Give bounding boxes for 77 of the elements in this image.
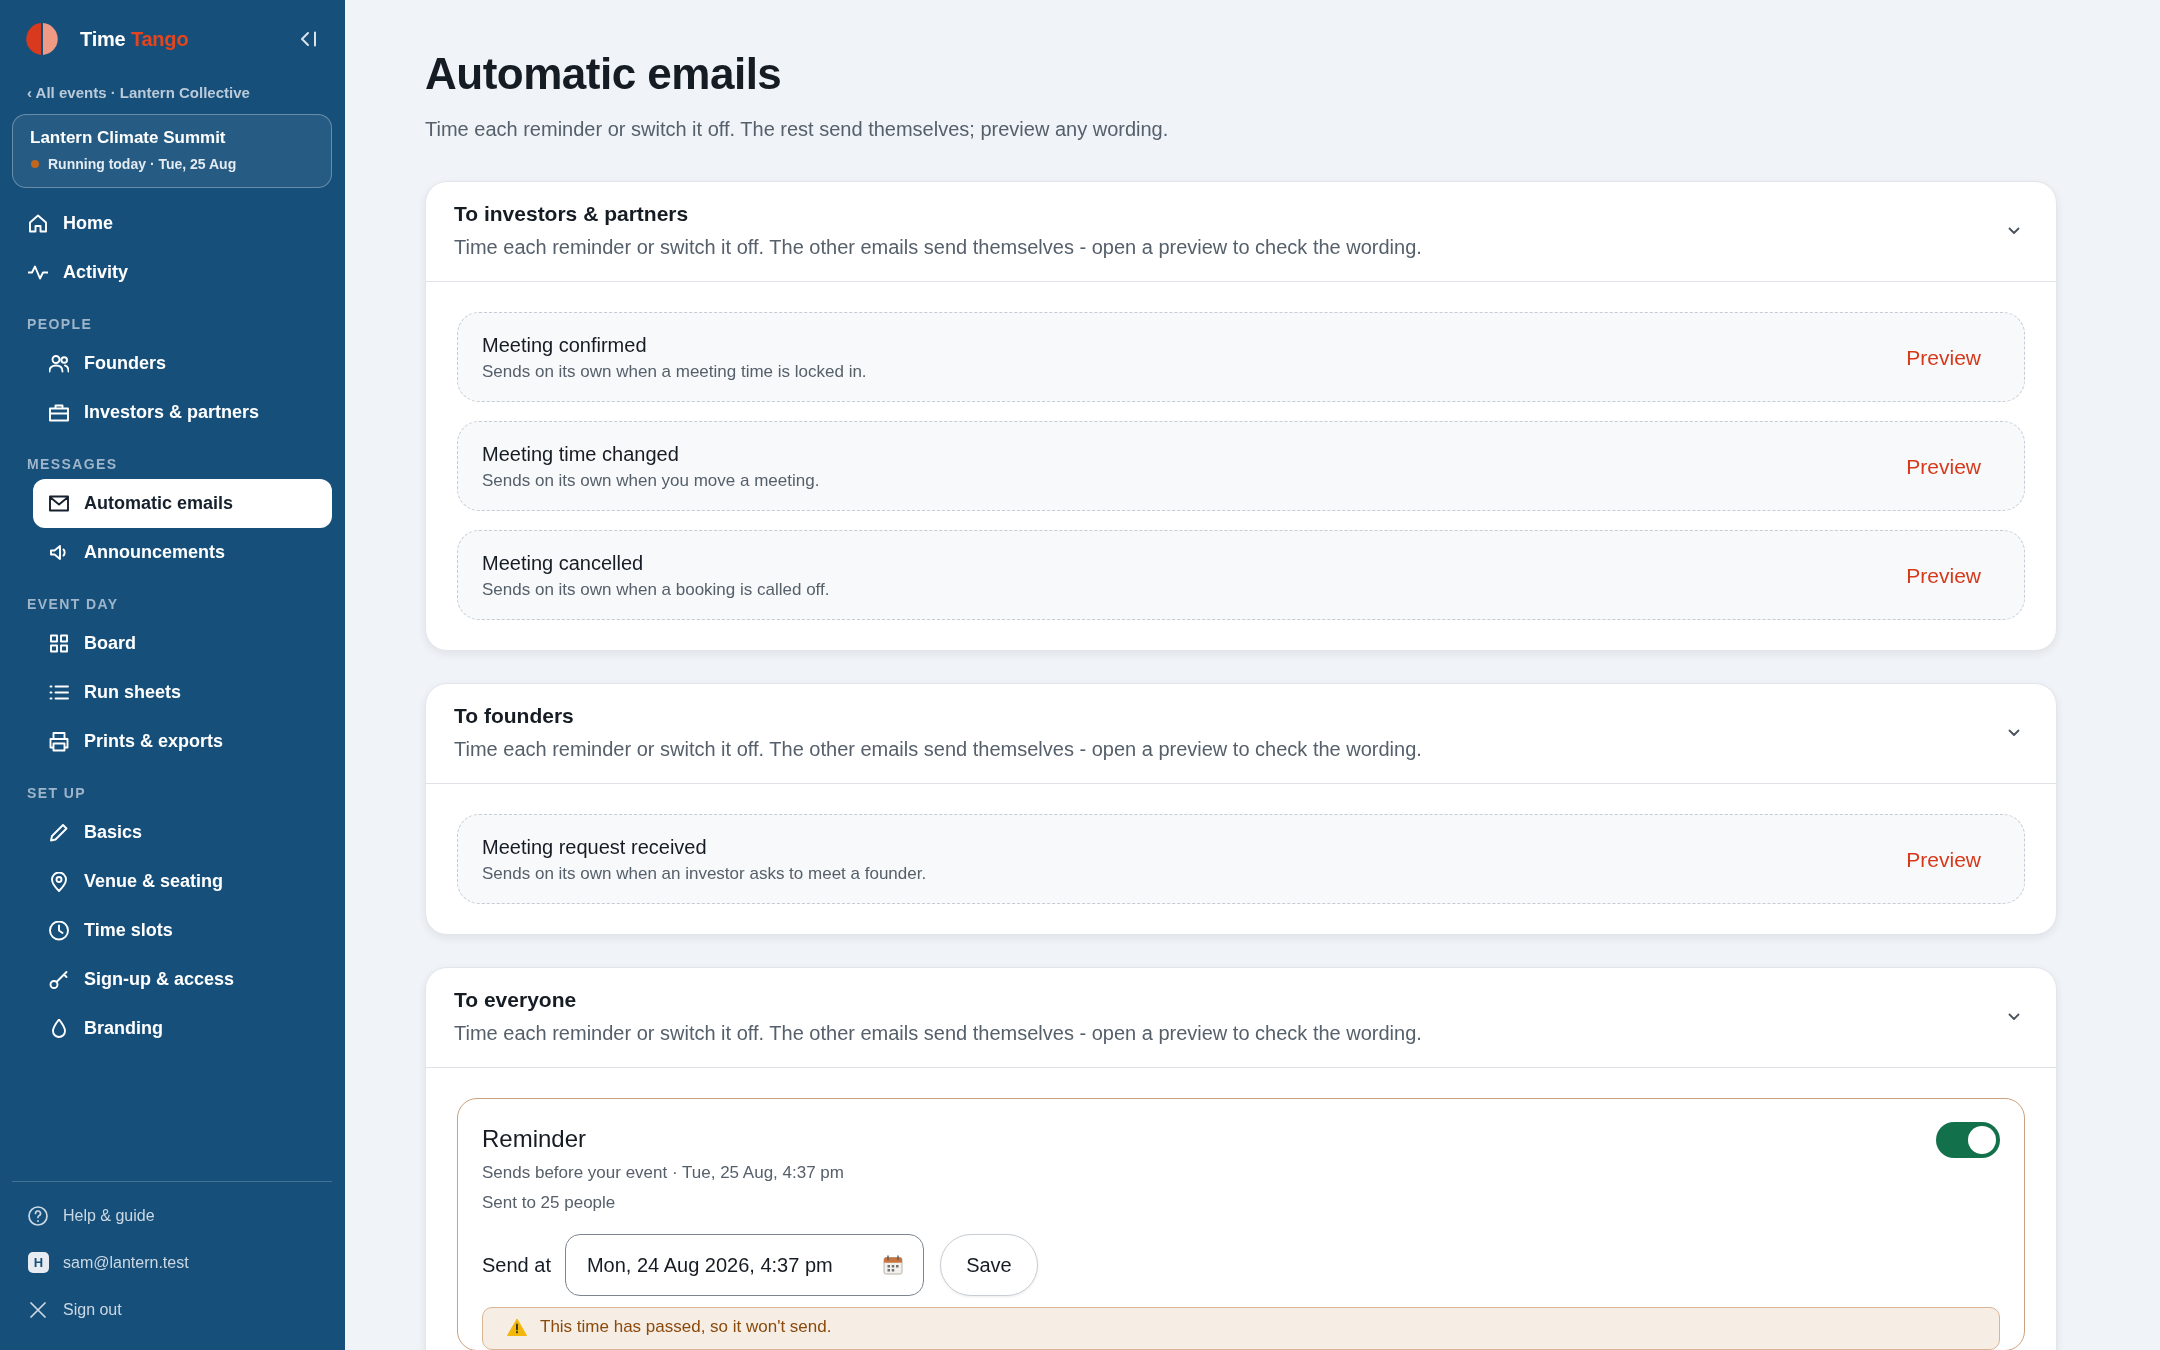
help-icon (28, 1205, 48, 1226)
field-label: Send at (482, 1253, 551, 1277)
email-description: Sends on its own when a meeting time is locked in. (482, 361, 868, 383)
nav-section-heading: EVENT DAY (26, 595, 119, 614)
logo-icon (26, 23, 58, 55)
preview-link[interactable]: Preview (1906, 563, 1981, 588)
nav-item[interactable]: Announcements (33, 528, 332, 577)
email-description: Sends on its own when a booking is called off. (482, 579, 831, 601)
nav-item[interactable]: Prints & exports (33, 717, 332, 766)
group-title: To investors & partners (454, 201, 690, 227)
group-title: To everyone (454, 987, 578, 1013)
close-icon (28, 1299, 48, 1320)
chevron-icon[interactable] (2008, 729, 2020, 737)
pencil-icon (49, 822, 69, 843)
date-field[interactable]: Mon, 24 Aug 2026, 4:37 pm (564, 1234, 924, 1296)
key-icon (49, 969, 69, 990)
chevron-icon[interactable] (2008, 227, 2020, 235)
warning-text: This time has passed, so it won't send. (540, 1317, 832, 1337)
avatar-initial: H (28, 1252, 49, 1273)
nav-item[interactable]: Basics (33, 808, 332, 857)
nav-item[interactable]: Investors & partners (33, 388, 332, 437)
grid-icon (49, 633, 69, 654)
nav-item[interactable]: Automatic emails (33, 479, 332, 528)
collapse-sidebar-icon[interactable] (300, 31, 318, 47)
status-dot-icon (31, 160, 39, 168)
email-title: Meeting cancelled (482, 551, 645, 576)
group-description: Time each reminder or switch it off. The other emails send themselves - open a preview to check the wording. (454, 1021, 1423, 1046)
email-title: Meeting time changed (482, 442, 680, 467)
nav-item[interactable]: Founders (33, 339, 332, 388)
megaphone-icon (49, 542, 69, 563)
footer-link[interactable]: H sam@lantern.test (12, 1239, 332, 1286)
event-card[interactable]: Lantern Climate Summit Running today · Tue, 25 Aug (12, 114, 332, 188)
email-title: Meeting confirmed (482, 333, 648, 358)
page-title: Automatic emails (425, 48, 783, 100)
preview-link[interactable]: Preview (1906, 345, 1981, 370)
nav-item[interactable]: Sign-up & access (33, 955, 332, 1004)
group-description: Time each reminder or switch it off. The other emails send themselves - open a preview to check the wording. (454, 235, 1423, 260)
email-description: Sends on its own when you move a meeting. (482, 470, 821, 492)
printer-icon (49, 731, 69, 752)
page-subtitle: Time each reminder or switch it off. The rest send themselves; preview any wording. (425, 117, 1170, 142)
email-title: Reminder (482, 1124, 588, 1154)
nav-section-heading: MESSAGES (26, 455, 118, 474)
brand-name: Time Tango (80, 27, 189, 51)
nav-item[interactable]: Branding (33, 1004, 332, 1053)
event-name: Lantern Climate Summit (30, 127, 227, 149)
nav-item[interactable]: Run sheets (33, 668, 332, 717)
nav-item[interactable]: Activity (12, 248, 332, 297)
home-icon (28, 213, 48, 234)
email-title: Meeting request received (482, 835, 708, 860)
nav-section-heading: PEOPLE (26, 315, 93, 334)
clock-icon (49, 920, 69, 941)
audience-text: Sent to 25 people (482, 1192, 617, 1214)
nav-section-heading: SET UP (26, 784, 86, 803)
map-pin-icon (49, 871, 69, 892)
nav-item[interactable]: Time slots (33, 906, 332, 955)
group-title: To founders (454, 703, 575, 729)
calendar-icon (882, 1255, 903, 1275)
preview-link[interactable]: Preview (1906, 454, 1981, 479)
group-description: Time each reminder or switch it off. The other emails send themselves - open a preview to check the wording. (454, 737, 1423, 762)
email-description: Sends before your event · Tue, 25 Aug, 4:37 pm (482, 1162, 845, 1184)
warning-icon (507, 1318, 527, 1336)
preview-link[interactable]: Preview (1906, 847, 1981, 872)
people-icon (49, 353, 69, 374)
nav-item[interactable]: Board (33, 619, 332, 668)
event-status: Running today · Tue, 25 Aug (48, 155, 237, 173)
nav-item[interactable]: Venue & seating (33, 857, 332, 906)
envelope-icon (49, 493, 69, 514)
chevron-icon[interactable] (2008, 1013, 2020, 1021)
droplet-icon (49, 1018, 69, 1039)
toggle-switch[interactable] (1936, 1122, 2000, 1158)
footer-link[interactable]: Help & guide (12, 1192, 332, 1239)
nav-item[interactable]: Home (12, 199, 332, 248)
save-button[interactable]: Save (939, 1234, 1038, 1296)
back-link[interactable]: ‹ All events · Lantern Collective (12, 83, 250, 103)
briefcase-icon (49, 402, 69, 423)
footer-link[interactable]: Sign out (12, 1286, 332, 1333)
email-description: Sends on its own when an investor asks to meet a founder. (482, 863, 928, 885)
